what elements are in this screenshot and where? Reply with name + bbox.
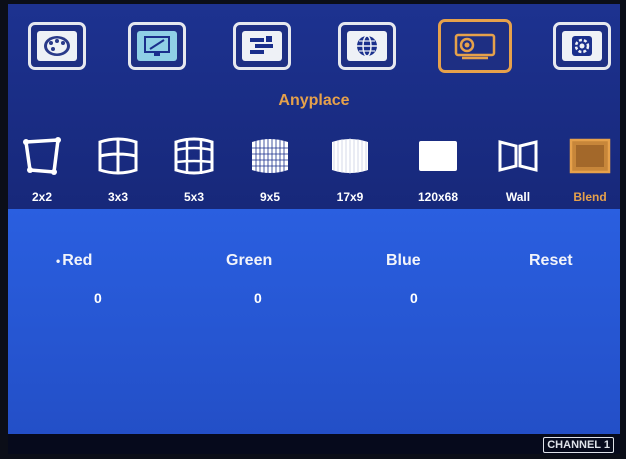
palette-glyph xyxy=(44,36,70,56)
blend-icon xyxy=(569,138,611,174)
green-value[interactable]: 0 xyxy=(254,290,262,306)
subitem-label: 120x68 xyxy=(417,190,459,204)
top-menu-panel: Anyplace 2x2 3x3 5x3 9x5 17x9 120x68 Wal… xyxy=(8,4,620,209)
globe-glyph xyxy=(357,35,377,57)
gear-glyph xyxy=(572,36,592,56)
warp-9x5-icon xyxy=(252,138,288,174)
subitem-wall[interactable]: Wall xyxy=(486,134,550,214)
subitem-label: 17x9 xyxy=(336,190,364,204)
subitem-label: Blend xyxy=(573,190,607,204)
warp-5x3-icon xyxy=(174,137,214,175)
green-option[interactable]: Green xyxy=(226,252,272,270)
layout-bars-icon[interactable] xyxy=(233,22,291,70)
subitem-17x9[interactable]: 17x9 xyxy=(318,134,382,214)
monitor-edit-icon[interactable] xyxy=(128,22,186,70)
selection-bullet: • xyxy=(56,254,61,268)
channel-indicator: CHANNEL 1 xyxy=(543,437,614,453)
red-option[interactable]: • Red xyxy=(56,252,92,270)
red-value[interactable]: 0 xyxy=(94,290,102,306)
subitem-5x3[interactable]: 5x3 xyxy=(162,134,226,214)
subitem-label: 9x5 xyxy=(259,190,281,204)
wall-icon xyxy=(498,140,538,172)
layout-glyph xyxy=(250,36,273,54)
warp-2x2-icon xyxy=(23,137,61,175)
blue-option[interactable]: Blue xyxy=(386,252,421,270)
palette-icon[interactable] xyxy=(28,22,86,70)
subitem-120x68[interactable]: 120x68 xyxy=(406,134,470,214)
page-title: Anyplace xyxy=(278,92,350,109)
warp-17x9-icon xyxy=(332,138,368,174)
reset-button[interactable]: Reset xyxy=(529,252,573,270)
warp-3x3-icon xyxy=(98,137,138,175)
subitem-blend[interactable]: Blend xyxy=(558,134,620,214)
subitem-label: 2x2 xyxy=(31,190,53,204)
monitor-glyph xyxy=(144,36,170,56)
blue-value[interactable]: 0 xyxy=(410,290,418,306)
blend-settings-panel xyxy=(8,209,620,434)
subitem-label: 3x3 xyxy=(107,190,129,204)
gear-icon[interactable] xyxy=(553,22,611,70)
subitem-2x2[interactable]: 2x2 xyxy=(10,134,74,214)
subitem-label: 5x3 xyxy=(183,190,205,204)
subitem-9x5[interactable]: 9x5 xyxy=(238,134,302,214)
warp-120x68-icon xyxy=(419,141,457,171)
globe-icon[interactable] xyxy=(338,22,396,70)
status-bar: CHANNEL 1 xyxy=(8,434,620,454)
subitem-3x3[interactable]: 3x3 xyxy=(86,134,150,214)
red-label: Red xyxy=(62,252,93,269)
subitem-label: Wall xyxy=(505,190,531,204)
projector-icon[interactable] xyxy=(438,19,512,73)
projector-glyph xyxy=(454,33,496,60)
osd-screen: Anyplace 2x2 3x3 5x3 9x5 17x9 120x68 Wal… xyxy=(8,4,620,454)
